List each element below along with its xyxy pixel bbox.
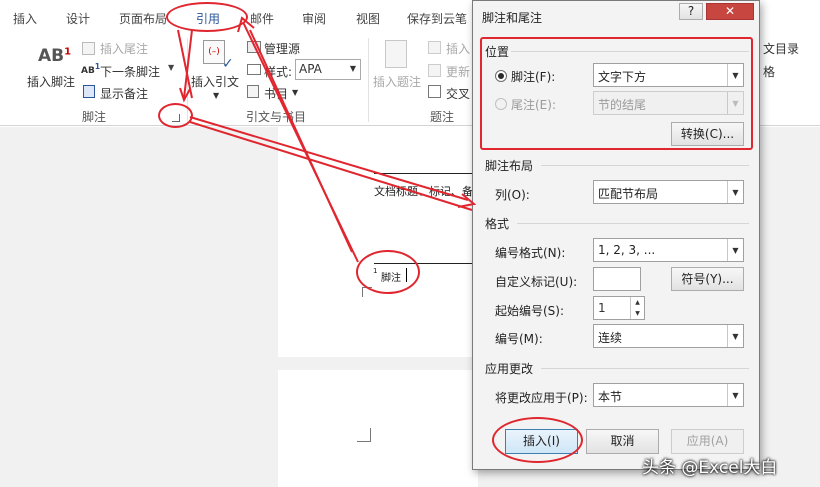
text-line (374, 173, 478, 174)
apply-to-select[interactable]: 本节 ▼ (593, 383, 744, 407)
insert-endnote-icon (82, 42, 95, 55)
table-of-authorities-button[interactable]: 文目录 (763, 40, 799, 57)
bibliography-button[interactable]: 书目 (264, 85, 288, 102)
document-body-text: 文档标题、标记、备 (374, 185, 473, 198)
cross-reference-icon (428, 85, 441, 98)
tab-insert[interactable]: 插入 (13, 10, 37, 27)
next-footnote-dropdown-icon[interactable]: ▼ (168, 63, 174, 72)
start-at-value: 1 (598, 301, 606, 315)
style-select-value: APA (299, 62, 322, 76)
bibliography-dropdown-icon[interactable]: ▼ (292, 88, 298, 97)
cancel-button[interactable]: 取消 (586, 429, 659, 454)
style-select[interactable]: APA ▼ (295, 59, 361, 80)
format-section-title: 格式 (485, 217, 510, 231)
section-divider (541, 368, 749, 369)
insert-caption-button[interactable]: 插入题注 (373, 73, 421, 90)
apply-to-label: 将更改应用于(P): (495, 391, 588, 405)
margin-crop-mark (357, 428, 371, 442)
insert-footnote-icon: AB1 (38, 46, 72, 66)
insert-citation-button[interactable]: 插入引文 (191, 73, 239, 90)
apply-section-title: 应用更改 (485, 362, 534, 376)
tab-view[interactable]: 视图 (356, 10, 380, 27)
style-label: 样式: (264, 65, 293, 79)
insert-caption-icon (385, 40, 407, 68)
tab-design[interactable]: 设计 (66, 10, 90, 27)
number-format-value: 1, 2, 3, ... (598, 243, 656, 257)
references-tab-highlight (166, 2, 248, 32)
section-divider (517, 223, 749, 224)
tab-mailings[interactable]: 邮件 (250, 10, 274, 27)
start-at-label: 起始编号(S): (495, 304, 565, 318)
number-format-label: 编号格式(N): (495, 246, 566, 260)
style-icon (247, 64, 261, 75)
insert-footnote-button[interactable]: 插入脚注 (27, 73, 75, 90)
next-footnote-button[interactable]: 下一条脚注 (100, 63, 160, 80)
chevron-down-icon: ▼ (727, 239, 743, 261)
columns-select[interactable]: 匹配节布局 ▼ (593, 180, 744, 204)
group-divider (368, 38, 369, 122)
insert-citation-dropdown-icon[interactable]: ▼ (213, 91, 219, 100)
chevron-down-icon: ▼ (349, 64, 356, 73)
chevron-down-icon: ▼ (727, 384, 743, 406)
insert-endnote-button[interactable]: 插入尾注 (100, 40, 148, 57)
numbering-label: 编号(M): (495, 332, 543, 346)
custom-mark-input[interactable] (593, 267, 641, 291)
numbering-value: 连续 (598, 331, 623, 345)
update-table-icon (428, 64, 441, 77)
insert-table-of-figures-icon (428, 41, 441, 54)
tab-layout[interactable]: 页面布局 (119, 10, 167, 27)
symbol-button[interactable]: 符号(Y)... (671, 267, 744, 291)
footnotes-group-label: 脚注 (82, 110, 107, 124)
cross-reference-button[interactable]: 交叉 (446, 85, 470, 102)
spinner-arrows-icon[interactable]: ▲ ▼ (630, 297, 644, 319)
apply-to-value: 本节 (598, 390, 623, 404)
tab-review[interactable]: 审阅 (302, 10, 326, 27)
document-page-2[interactable] (278, 370, 478, 487)
document-page[interactable]: 文档标题、标记、备 1 脚注 (278, 127, 478, 357)
chevron-down-icon: ▼ (727, 325, 743, 347)
numbering-select[interactable]: 连续 ▼ (593, 324, 744, 348)
number-format-select[interactable]: 1, 2, 3, ... ▼ (593, 238, 744, 262)
update-authorities-button[interactable]: 格 (763, 63, 775, 80)
start-at-input[interactable]: 1 ▲ ▼ (593, 296, 645, 320)
chevron-down-icon: ▼ (727, 181, 743, 203)
watermark: 头条 @Excel大白 (642, 458, 778, 478)
captions-group-label: 题注 (430, 110, 455, 124)
apply-button[interactable]: 应用(A) (671, 429, 744, 454)
help-button[interactable]: ? (679, 3, 703, 20)
footnote-highlight (356, 250, 420, 294)
dialog-launcher-highlight (158, 103, 193, 128)
insert-table-of-figures-button[interactable]: 插入 (446, 40, 470, 57)
show-notes-button[interactable]: 显示备注 (100, 85, 148, 102)
close-button[interactable]: ✕ (706, 3, 754, 20)
columns-value: 匹配节布局 (598, 187, 659, 201)
update-table-button[interactable]: 更新 (446, 63, 470, 80)
insert-button-highlight (492, 417, 583, 463)
check-icon: ✓ (222, 56, 234, 72)
manage-sources-icon (247, 41, 261, 53)
location-section-highlight (480, 37, 753, 150)
manage-sources-button[interactable]: 管理源 (264, 40, 300, 57)
columns-label: 列(O): (495, 188, 530, 202)
section-divider (541, 165, 749, 166)
tab-cloud[interactable]: 保存到云笔 (407, 10, 467, 27)
dialog-title: 脚注和尾注 (482, 11, 543, 25)
show-notes-icon (83, 85, 95, 98)
citations-group-label: 引文与书目 (246, 110, 307, 124)
bibliography-icon (247, 85, 259, 98)
custom-mark-label: 自定义标记(U): (495, 275, 578, 289)
next-footnote-icon: AB1 (81, 62, 101, 76)
layout-section-title: 脚注布局 (485, 159, 534, 173)
